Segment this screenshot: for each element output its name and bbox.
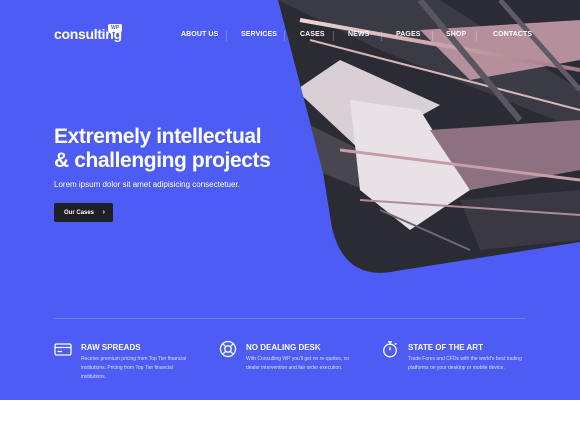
feature-description: With Consulting WP you'll get no re-quot… [246, 356, 350, 371]
feature-title: NO DEALING DESK [246, 343, 321, 352]
chevron-right-icon: › [102, 209, 105, 216]
hero-subtitle: Lorem ipsum dolor sit amet adipisicing c… [54, 180, 240, 189]
feature-title: STATE OF THE ART [408, 343, 483, 352]
nav-about-us[interactable]: ABOUT US [181, 31, 218, 38]
nav-separator [432, 31, 433, 41]
feature-description: Receive premium pricing from Top Tier fi… [81, 356, 187, 380]
section-divider [54, 318, 526, 319]
nav-cases[interactable]: CASES [300, 31, 325, 38]
nav-separator [476, 31, 477, 41]
hero-headline-line1: Extremely intellectual [54, 125, 262, 148]
hero-headline-line2: & challenging projects [54, 149, 271, 172]
nav-separator [284, 31, 285, 41]
nav-separator [381, 31, 382, 41]
nav-contacts[interactable]: CONTACTS [493, 31, 532, 38]
brand-badge: WP [108, 24, 123, 32]
nav-shop[interactable]: SHOP [446, 31, 466, 38]
hero-headline: Extremely intellectual & challenging pro… [54, 125, 314, 173]
our-cases-button[interactable]: Our Cases › [54, 203, 113, 222]
our-cases-button-label: Our Cases [64, 209, 95, 216]
top-navigation: consulting WP ABOUT US SERVICES CASES NE… [0, 0, 580, 70]
nav-pages[interactable]: PAGES [396, 31, 421, 38]
nav-separator [226, 31, 227, 41]
nav-separator [333, 31, 334, 41]
nav-services[interactable]: SERVICES [241, 31, 277, 38]
life-ring-icon [219, 340, 237, 358]
hero-section: consulting WP ABOUT US SERVICES CASES NE… [0, 0, 580, 400]
stopwatch-icon [383, 341, 397, 358]
nav-news[interactable]: NEWS [348, 31, 369, 38]
feature-title: RAW SPREADS [81, 343, 141, 352]
credit-card-icon [54, 343, 72, 356]
feature-description: Trade Forex and CFDs with the world's be… [408, 356, 522, 371]
